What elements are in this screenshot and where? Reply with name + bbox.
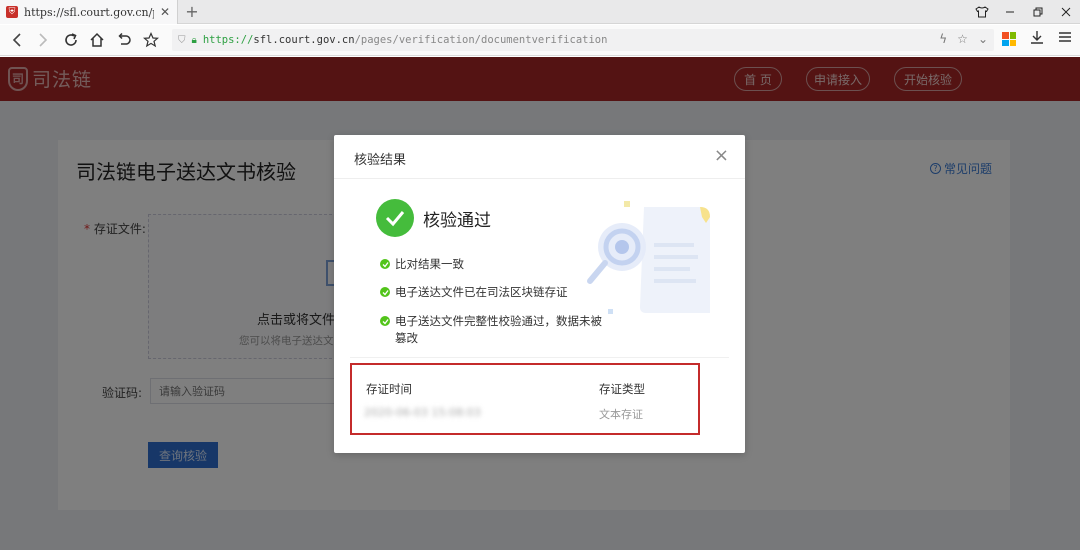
check-dot-icon: [380, 287, 390, 297]
close-window-icon[interactable]: [1052, 0, 1080, 24]
browser-toolbar: ⛉ 🔒︎ https://sfl.court.gov.cn/pages/veri…: [0, 25, 1080, 56]
address-bar-actions: ϟ ☆ ⌄: [939, 32, 988, 46]
result-item-text: 电子送达文件已在司法区块链存证: [395, 285, 568, 299]
address-bar[interactable]: ⛉ 🔒︎ https://sfl.court.gov.cn/pages/veri…: [172, 29, 994, 51]
security-shield-icon[interactable]: ⛉: [178, 35, 186, 46]
result-item-text: 比对结果一致: [395, 257, 464, 271]
browser-tabbar: ⛨ https://sfl.court.gov.cn/p ✕ +: [0, 0, 1080, 24]
deposit-info-box: 存证时间 2020-06-03 15:08:03 存证类型 文本存证: [350, 363, 700, 435]
close-icon[interactable]: ×: [714, 145, 729, 166]
court-favicon-icon: ⛨: [6, 6, 18, 18]
forward-icon[interactable]: [32, 29, 54, 51]
home-icon[interactable]: [86, 29, 108, 51]
restore-icon[interactable]: [1024, 0, 1052, 24]
deposit-type-label: 存证类型: [599, 382, 645, 396]
url-text: https://sfl.court.gov.cn/pages/verificat…: [203, 34, 608, 46]
deposit-type-value: 文本存证: [599, 408, 643, 421]
lock-icon: 🔒︎: [191, 34, 197, 46]
result-modal: 核验结果 × 核验通过 比对结果一致 电子送达文件已在司法区块链存证 电子送达文…: [334, 135, 745, 453]
result-item-text: 电子送达文件完整性校验通过，数据未被篡改: [395, 314, 602, 345]
url-host: sfl.court.gov.cn: [253, 34, 355, 46]
download-icon[interactable]: [1030, 30, 1044, 48]
success-check-icon: [376, 199, 414, 237]
back-icon[interactable]: [6, 29, 28, 51]
skin-icon[interactable]: [968, 0, 996, 24]
minimize-icon[interactable]: [996, 0, 1024, 24]
result-title: 核验通过: [423, 211, 491, 231]
bookmark-star-icon[interactable]: ☆: [957, 32, 968, 46]
chevron-down-icon[interactable]: ⌄: [978, 32, 988, 46]
apps-icon[interactable]: [1002, 32, 1016, 46]
tab-close-icon[interactable]: ✕: [160, 5, 170, 19]
url-protocol: https://: [202, 34, 254, 46]
toolbar-right: [1002, 30, 1072, 48]
tab-title: https://sfl.court.gov.cn/p: [24, 5, 154, 19]
window-controls: [968, 0, 1080, 24]
modal-header: 核验结果 ×: [334, 135, 745, 179]
result-item: 比对结果一致: [380, 256, 610, 273]
lightning-icon[interactable]: ϟ: [939, 32, 947, 46]
modal-title: 核验结果: [354, 153, 407, 168]
reload-icon[interactable]: [60, 29, 82, 51]
result-item: 电子送达文件已在司法区块链存证: [380, 284, 610, 301]
modal-divider: [350, 357, 729, 358]
document-verify-illustration-icon: [587, 201, 710, 314]
deposit-time-label: 存证时间: [366, 382, 412, 396]
new-tab-icon[interactable]: +: [184, 2, 200, 22]
check-dot-icon: [380, 316, 390, 326]
deposit-time-value: 2020-06-03 15:08:03: [364, 406, 481, 419]
result-item: 电子送达文件完整性校验通过，数据未被篡改: [380, 313, 612, 347]
undo-icon[interactable]: [113, 29, 135, 51]
check-dot-icon: [380, 259, 390, 269]
menu-icon[interactable]: [1058, 31, 1072, 47]
favorite-star-icon[interactable]: [140, 29, 162, 51]
browser-tab[interactable]: ⛨ https://sfl.court.gov.cn/p ✕: [0, 0, 178, 24]
url-path: /pages/verification/documentverification: [354, 34, 608, 46]
